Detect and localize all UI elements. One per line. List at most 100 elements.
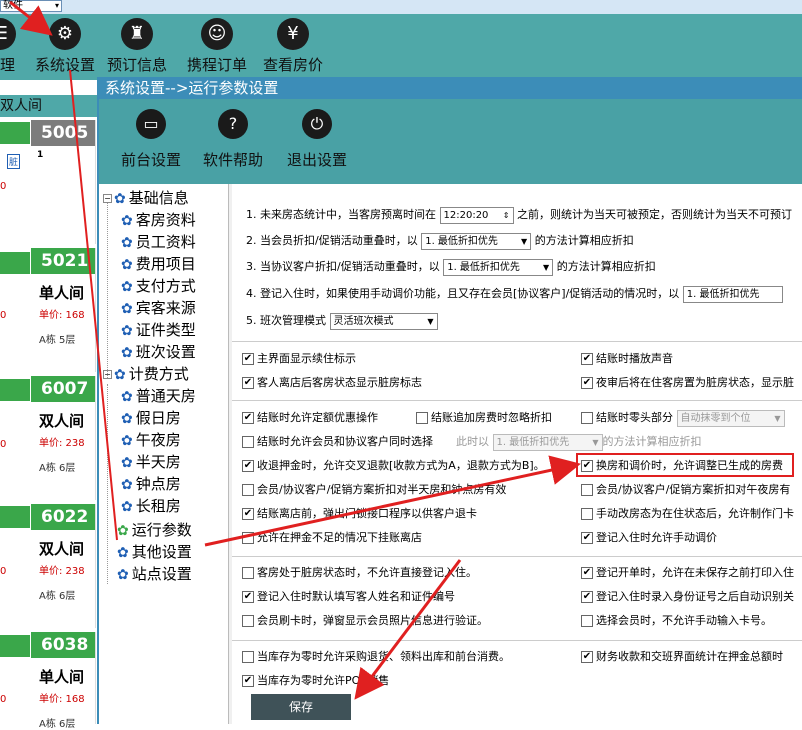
select-value: 1. 最低折扣优先 [686,288,760,300]
checkbox-box[interactable] [242,436,254,448]
tree-item-payment[interactable]: ✿ 支付方式 [121,275,196,297]
room-card-6007[interactable]: 6007 双人间 单价: 238 A栋 6层 [31,376,96,500]
tree-item-basic[interactable]: − ✿ 基础信息 [103,187,189,209]
checkbox-box[interactable]: ✔ [242,353,254,365]
checkbox-box[interactable]: ✔ [242,591,254,603]
checkbox-c4[interactable]: ✔ 夜审后将在住客房置为脏房状态，显示脏 [581,374,794,392]
checkbox-c20[interactable]: ✔ 登记入住时录入身份证号之后自动识别关 [581,588,794,606]
tree-item-staff[interactable]: ✿ 员工资料 [121,231,196,253]
checkbox-label: 结账时零头部分 [596,411,673,424]
member-discount-select[interactable]: 1. 最低折扣优先 ▼ [421,232,532,250]
tree-item-longterm[interactable]: ✿ 长租房 [121,495,181,517]
checkbox-box[interactable]: ✔ [581,591,593,603]
checkbox-c12[interactable]: 会员/协议客户/促销方案折扣对午夜房有 [581,481,790,499]
checkbox-box[interactable]: ✔ [581,567,593,579]
left-red-text: 0 [0,181,7,192]
checkbox-c16[interactable]: ✔ 登记入住时允许手动调价 [581,529,717,547]
rounding-select[interactable]: 自动抹零到个位 ▼ [676,409,785,427]
checkbox-box[interactable]: ✔ [242,412,254,424]
checkbox-c14[interactable]: 手动改房态为在住状态后，允许制作门卡 [581,505,794,523]
tree-label: 宾客来源 [135,299,196,317]
checkbox-box[interactable] [581,412,593,424]
exit-settings-button[interactable]: ⏻ 退出设置 [287,109,347,170]
software-help-button[interactable]: ? 软件帮助 [203,109,263,170]
tree-item-holiday[interactable]: ✿ 假日房 [121,407,181,429]
toolbar-price-button[interactable]: ¥ 查看房价 [248,18,338,80]
collapse-icon[interactable]: − [103,370,112,379]
checkbox-c6[interactable]: 结账追加房费时忽略折扣 [416,409,552,427]
checkbox-c24[interactable]: ✔ 财务收款和交班界面统计在押金总额时 [581,648,783,666]
checkbox-c17[interactable]: 客房处于脏房状态时，不允许直接登记入住。 [242,564,477,582]
checkbox-c9[interactable]: ✔ 收退押金时，允许交叉退款[收款方式为A，退款方式为B]。 [242,457,545,475]
checkbox-c19[interactable]: ✔ 登记入住时默认填写客人姓名和证件编号 [242,588,455,606]
gear-icon: ✿ [121,455,133,471]
checkbox-c21[interactable]: 会员刷卡时，弹窗显示会员照片信息进行验证。 [242,612,488,630]
checkbox-box[interactable]: ✔ [581,377,593,389]
checkbox-box[interactable] [581,615,593,627]
front-settings-button[interactable]: ▭ 前台设置 [121,109,181,170]
tree-item-run-params[interactable]: ✿ 运行参数 [117,519,192,541]
checkbox-box[interactable] [242,484,254,496]
checkbox-box[interactable]: ✔ [242,508,254,520]
checkbox-box[interactable] [242,567,254,579]
bg-app-dropdown[interactable]: 软件 ▾ [0,0,62,12]
checkbox-c13[interactable]: ✔ 结账离店前，弹出门锁接口程序以供客户退卡 [242,505,477,523]
checkbox-c11[interactable]: 会员/协议客户/促销方案折扣对半天房和钟点房有效 [242,481,506,499]
room-card-6038[interactable]: 6038 单人间 单价: 168 A栋 6层 [31,632,96,730]
checkbox-box[interactable] [416,412,428,424]
combined-discount-select[interactable]: 1. 最低折扣优先 ▼ [492,433,603,451]
shift-mode-select[interactable]: 灵活班次模式 ▼ [329,312,438,330]
tree-item-normal[interactable]: ✿ 普通天房 [121,385,196,407]
room-number: 6007 [31,376,95,402]
tree-item-source[interactable]: ✿ 宾客来源 [121,297,196,319]
checkbox-c15[interactable]: 允许在押金不足的情况下挂账离店 [242,529,422,547]
room-left-strip [0,252,30,274]
checkbox-box[interactable]: ✔ [242,460,254,472]
checkbox-box[interactable] [581,484,593,496]
tree-item-fees[interactable]: ✿ 费用项目 [121,253,196,275]
checkbox-c25[interactable]: ✔ 当库存为零时允许POS销售 [242,672,389,690]
setting-row-2: 2. 当会员折扣/促销活动重叠时，以 1. 最低折扣优先 ▼ 的方法计算相应折扣 [246,230,634,252]
checkbox-c22[interactable]: 选择会员时，不允许手动输入卡号。 [581,612,772,630]
checkbox-c1[interactable]: ✔ 主界面显示续住标示 [242,350,356,368]
room-card-5005[interactable]: 5005 1 脏 [7,120,96,244]
checkbox-c2[interactable]: ✔ 结账时播放声音 [581,350,673,368]
collapse-icon[interactable]: − [103,194,112,203]
agreement-discount-select[interactable]: 1. 最低折扣优先 ▼ [443,258,554,276]
checkbox-box[interactable]: ✔ [581,353,593,365]
tree-item-id-type[interactable]: ✿ 证件类型 [121,319,196,341]
checkbox-box[interactable]: ✔ [242,675,254,687]
manual-price-discount-select[interactable]: 1. 最低折扣优先 [682,285,783,303]
tree-item-hourly[interactable]: ✿ 钟点房 [121,473,181,495]
room-card-5021[interactable]: 5021 单人间 单价: 168 A栋 5层 [31,248,96,372]
checkbox-c8[interactable]: 结账时允许会员和协议客户同时选择 [242,433,433,451]
checkbox-c18[interactable]: ✔ 登记开单时，允许在未保存之前打印入住 [581,564,794,582]
tree-item-halfday[interactable]: ✿ 半天房 [121,451,181,473]
checkbox-box[interactable] [242,532,254,544]
checkbox-box[interactable] [581,508,593,520]
checkbox-box[interactable]: ✔ [581,532,593,544]
tree-item-site[interactable]: ✿ 站点设置 [117,563,192,585]
checkbox-c3[interactable]: ✔ 客人离店后客房状态显示脏房标志 [242,374,422,392]
room-card-6022[interactable]: 6022 双人间 单价: 238 A栋 6层 [31,504,96,628]
tree-item-other[interactable]: ✿ 其他设置 [117,541,192,563]
tree-item-shift[interactable]: ✿ 班次设置 [121,341,196,363]
checkbox-box[interactable] [242,651,254,663]
checkbox-box[interactable] [242,615,254,627]
highlight-box [576,453,794,477]
select-value: 灵活班次模式 [333,315,394,327]
checkbox-c7[interactable]: 结账时零头部分 自动抹零到个位 ▼ [581,409,785,427]
save-button[interactable]: 保存 [251,694,351,720]
spinner-icon[interactable]: ⇕ [503,208,510,223]
toolbar-booking-button[interactable]: ♜ 预订信息 [92,18,182,80]
checkbox-box[interactable]: ✔ [242,377,254,389]
checkbox-c23[interactable]: 当库存为零时允许采购退货、领料出库和前台消费。 [242,648,510,666]
tree-item-midnight[interactable]: ✿ 午夜房 [121,429,181,451]
select-value: 自动抹零到个位 [680,412,751,424]
tree-item-room-data[interactable]: ✿ 客房资料 [121,209,196,231]
tree-item-billing[interactable]: − ✿ 计费方式 [103,363,189,385]
checkbox-label: 主界面显示续住标示 [257,352,356,365]
checkbox-c5[interactable]: ✔ 结账时允许定额优惠操作 [242,409,378,427]
checkout-time-input[interactable]: 12:20:20 ⇕ [439,206,514,224]
checkbox-box[interactable]: ✔ [581,651,593,663]
